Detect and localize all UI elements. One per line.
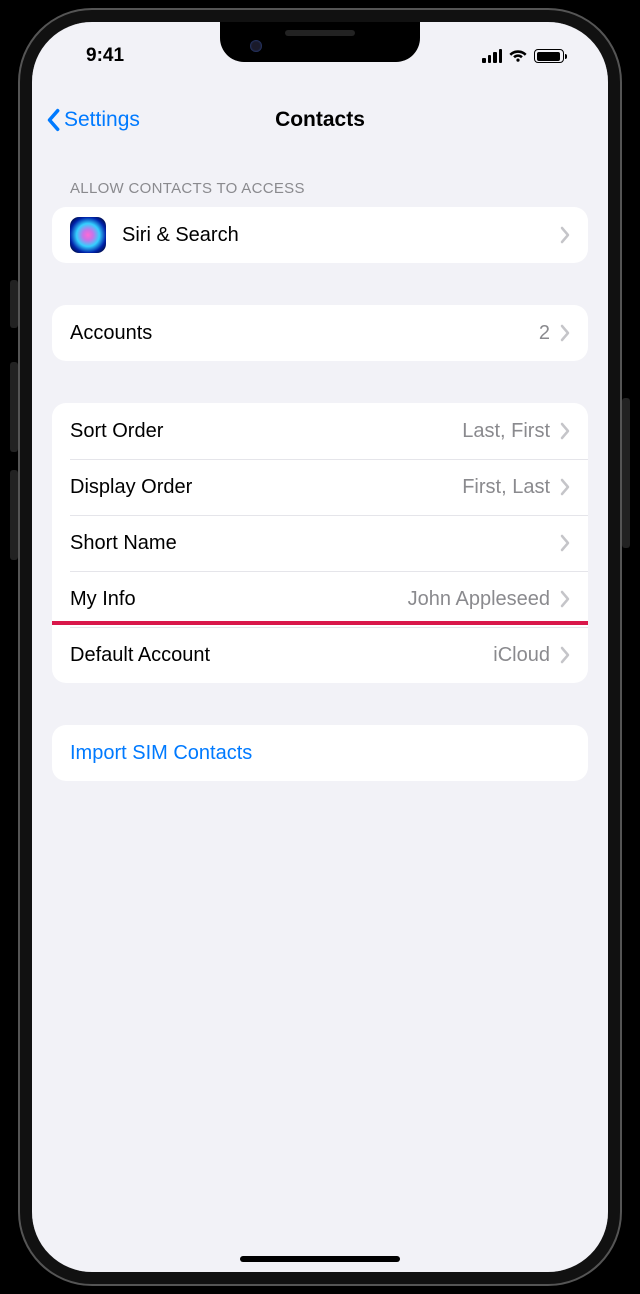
status-time: 9:41 <box>68 45 124 67</box>
row-accounts[interactable]: Accounts 2 <box>52 305 588 361</box>
back-button[interactable]: Settings <box>46 108 140 132</box>
row-display-order[interactable]: Display Order First, Last <box>52 459 588 515</box>
row-default-account[interactable]: Default Account iCloud <box>52 627 588 683</box>
group-import: Import SIM Contacts <box>52 725 588 781</box>
wifi-icon <box>508 49 528 63</box>
default-account-label: Default Account <box>70 644 493 667</box>
import-sim-label: Import SIM Contacts <box>70 742 570 765</box>
row-my-info[interactable]: My Info John Appleseed <box>52 571 588 627</box>
group-access: Siri & Search <box>52 207 588 263</box>
back-label: Settings <box>64 108 140 132</box>
chevron-right-icon <box>560 534 570 552</box>
settings-content: ALLOW CONTACTS TO ACCESS Siri & Search A… <box>32 172 608 1272</box>
chevron-right-icon <box>560 226 570 244</box>
power-button <box>622 398 630 548</box>
row-sort-order[interactable]: Sort Order Last, First <box>52 403 588 459</box>
siri-icon <box>70 217 106 253</box>
device-notch <box>220 22 420 62</box>
row-import-sim-contacts[interactable]: Import SIM Contacts <box>52 725 588 781</box>
chevron-right-icon <box>560 324 570 342</box>
screen: 9:41 Settings Contacts ALLOW CONT <box>32 22 608 1272</box>
display-order-label: Display Order <box>70 476 462 499</box>
display-order-value: First, Last <box>462 476 550 499</box>
cellular-signal-icon <box>482 49 502 63</box>
my-info-value: John Appleseed <box>408 588 550 611</box>
phone-frame: 9:41 Settings Contacts ALLOW CONT <box>20 10 620 1284</box>
row-siri-search[interactable]: Siri & Search <box>52 207 588 263</box>
default-account-value: iCloud <box>493 644 550 667</box>
section-header-access: ALLOW CONTACTS TO ACCESS <box>52 172 588 207</box>
page-title: Contacts <box>275 108 365 132</box>
silent-switch <box>10 280 18 328</box>
sort-order-value: Last, First <box>462 420 550 443</box>
chevron-right-icon <box>560 478 570 496</box>
nav-bar: Settings Contacts <box>32 88 608 152</box>
chevron-left-icon <box>46 108 60 132</box>
my-info-label: My Info <box>70 588 408 611</box>
group-accounts: Accounts 2 <box>52 305 588 361</box>
volume-up-button <box>10 362 18 452</box>
row-short-name[interactable]: Short Name <box>52 515 588 571</box>
chevron-right-icon <box>560 646 570 664</box>
group-display-options: Sort Order Last, First Display Order Fir… <box>52 403 588 683</box>
volume-down-button <box>10 470 18 560</box>
home-indicator[interactable] <box>240 1256 400 1262</box>
accounts-value: 2 <box>539 322 550 345</box>
battery-icon <box>534 49 564 63</box>
accounts-label: Accounts <box>70 322 539 345</box>
chevron-right-icon <box>560 590 570 608</box>
sort-order-label: Sort Order <box>70 420 462 443</box>
short-name-label: Short Name <box>70 532 560 555</box>
chevron-right-icon <box>560 422 570 440</box>
siri-label: Siri & Search <box>122 224 560 247</box>
